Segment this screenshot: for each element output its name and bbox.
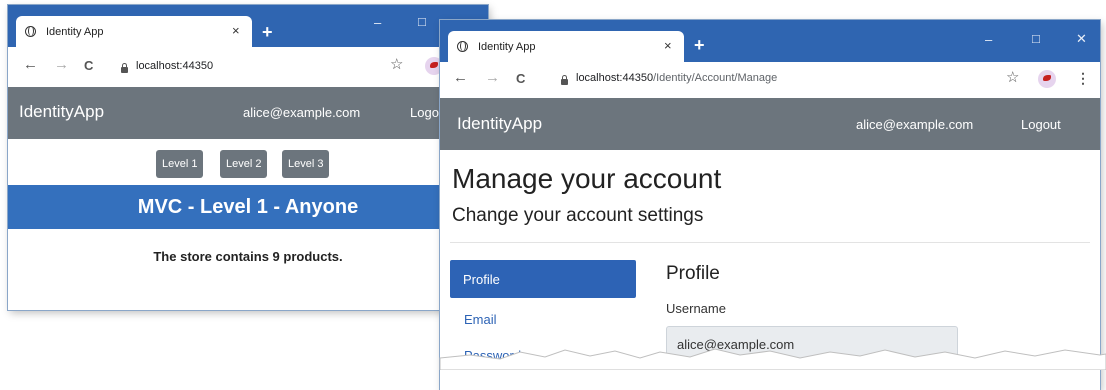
store-count-text: The store contains 9 products. <box>153 249 343 264</box>
level-3-button[interactable]: Level 3 <box>282 150 330 178</box>
lock-icon <box>121 63 128 73</box>
back-minimize-icon[interactable]: – <box>374 15 381 30</box>
back-app-navbar: IdentityApp alice@example.com Logo <box>8 87 488 139</box>
front-tab-close-icon[interactable]: × <box>664 38 672 53</box>
bookmark-star-icon[interactable]: ☆ <box>1006 68 1019 86</box>
extension-icon[interactable] <box>1038 70 1056 88</box>
page-subtitle: Change your account settings <box>452 205 704 226</box>
front-tab-title: Identity App <box>478 40 536 53</box>
section-title: Profile <box>666 263 720 284</box>
forward-arrow-icon[interactable]: → <box>485 69 500 86</box>
back-brand-link[interactable]: IdentityApp <box>19 102 104 122</box>
back-address-bar <box>8 47 488 88</box>
sidebar-item-password[interactable]: Password <box>464 348 521 363</box>
level-2-button[interactable]: Level 2 <box>220 150 268 178</box>
back-maximize-icon[interactable]: □ <box>418 14 426 29</box>
username-label: Username <box>666 301 726 316</box>
sidebar-item-label: Profile <box>463 272 500 287</box>
front-app-navbar: IdentityApp alice@example.com Logout <box>440 98 1100 150</box>
back-arrow-icon[interactable]: ← <box>453 69 468 86</box>
back-tab-title: Identity App <box>46 25 104 38</box>
back-browser-tab[interactable]: Identity App × <box>16 16 252 47</box>
back-browser-window: Identity App × + – □ ← → C localhost:443… <box>8 5 488 310</box>
front-minimize-icon[interactable]: – <box>985 32 992 47</box>
back-arrow-icon[interactable]: ← <box>23 56 38 73</box>
back-new-tab-icon[interactable]: + <box>262 23 273 41</box>
back-tab-close-icon[interactable]: × <box>232 23 240 38</box>
back-user-email: alice@example.com <box>243 105 361 120</box>
front-logout-link[interactable]: Logout <box>1021 117 1061 132</box>
reload-icon[interactable]: C <box>516 71 525 86</box>
username-field[interactable] <box>666 326 958 362</box>
front-brand-link[interactable]: IdentityApp <box>457 114 542 134</box>
lock-icon <box>561 75 568 85</box>
sidebar-item-profile[interactable]: Profile <box>450 260 636 298</box>
globe-icon <box>25 26 36 37</box>
front-new-tab-icon[interactable]: + <box>694 36 705 54</box>
front-close-icon[interactable]: ✕ <box>1076 31 1087 47</box>
back-url-host: localhost:44350 <box>136 60 214 72</box>
level-1-button[interactable]: Level 1 <box>156 150 204 178</box>
front-user-email: alice@example.com <box>856 117 974 132</box>
globe-icon <box>457 41 468 52</box>
front-browser-window: Identity App × + – □ ✕ ← → C localhost:4… <box>440 20 1100 390</box>
back-url[interactable]: localhost:44350 <box>136 60 213 72</box>
page-title: Manage your account <box>452 163 722 194</box>
forward-arrow-icon[interactable]: → <box>54 56 69 73</box>
divider <box>450 242 1090 243</box>
front-url-host: localhost:44350 <box>576 72 654 84</box>
front-browser-tab[interactable]: Identity App × <box>448 31 684 62</box>
bookmark-star-icon[interactable]: ☆ <box>390 55 403 73</box>
front-url[interactable]: localhost:44350/Identity/Account/Manage <box>576 72 777 84</box>
front-maximize-icon[interactable]: □ <box>1032 31 1040 46</box>
back-logout-link[interactable]: Logo <box>410 105 439 120</box>
menu-kebab-icon[interactable]: ⋮ <box>1076 70 1090 87</box>
level-banner: MVC - Level 1 - Anyone <box>8 185 488 229</box>
reload-icon[interactable]: C <box>84 58 93 73</box>
front-url-path: /Identity/Account/Manage <box>653 72 778 84</box>
sidebar-item-email[interactable]: Email <box>464 312 497 327</box>
